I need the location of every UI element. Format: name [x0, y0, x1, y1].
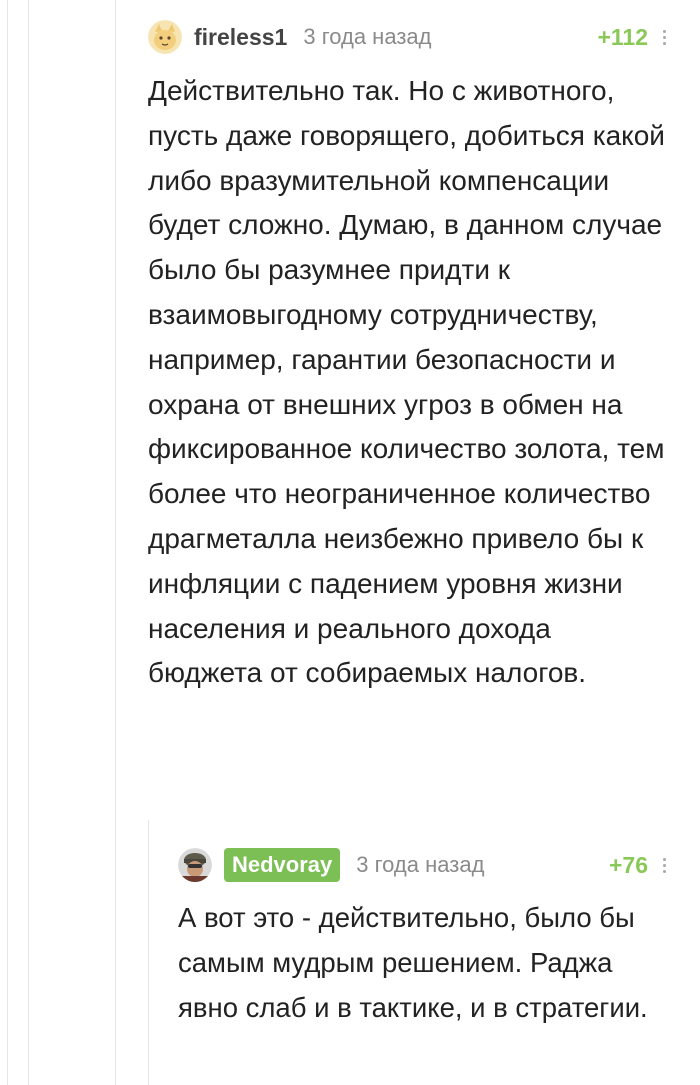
comment-text: Действительно так. Но с животного, пусть…: [148, 75, 665, 689]
thread-line: [7, 0, 8, 1085]
comment-time[interactable]: 3 года назад: [303, 24, 431, 50]
more-options-icon[interactable]: [660, 29, 668, 45]
comment-author-badge[interactable]: Nedvoray: [224, 848, 341, 882]
comment-rating: +112: [597, 23, 648, 50]
comment-header: fireless1 3 года назад +112: [148, 17, 668, 57]
comment-rating: +76: [608, 851, 648, 878]
soldier-avatar-icon[interactable]: [178, 848, 212, 882]
reply-comment: Nedvoray 3 года назад +76 А вот это - де…: [178, 845, 668, 1030]
thread-line: [28, 0, 29, 1085]
more-options-icon[interactable]: [660, 857, 668, 873]
comment: fireless1 3 года назад +112 Действительн…: [148, 17, 668, 696]
comment-time[interactable]: 3 года назад: [356, 852, 484, 878]
comment-header: Nedvoray 3 года назад +76: [178, 845, 668, 885]
cat-avatar-icon[interactable]: [148, 20, 182, 54]
comment-text: А вот это - действительно, было бы самым…: [178, 902, 648, 1023]
thread-line: [115, 0, 116, 1085]
reply-thread-line: [148, 820, 149, 1085]
comment-author[interactable]: fireless1: [194, 24, 287, 51]
